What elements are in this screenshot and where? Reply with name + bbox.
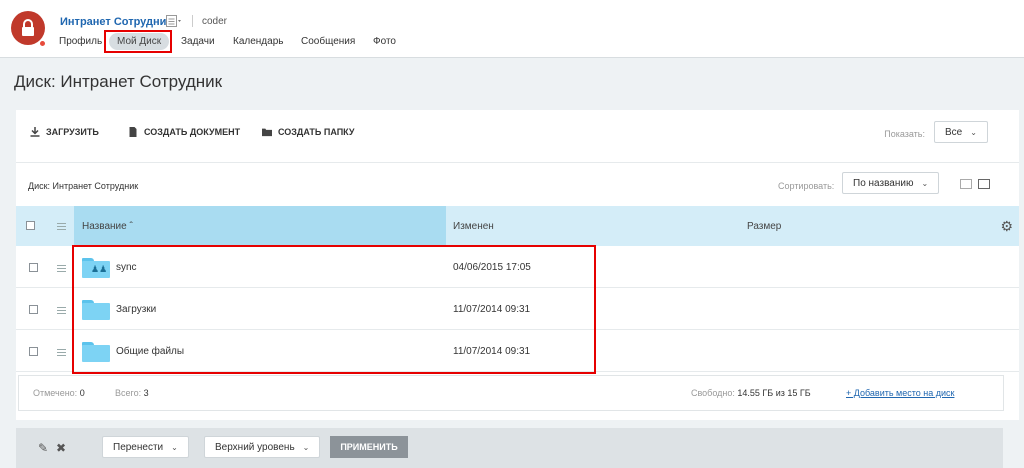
row-checkbox[interactable] (29, 263, 38, 272)
select-all-checkbox[interactable] (26, 221, 35, 230)
level-dropdown[interactable]: Верхний уровень ⌄ (204, 436, 321, 458)
create-document-button[interactable]: СОЗДАТЬ ДОКУМЕНТ (128, 127, 240, 137)
user-name[interactable]: coder (202, 16, 227, 27)
row-menu-icon[interactable] (57, 307, 66, 314)
status-dot (39, 40, 46, 47)
table-header: Название ˆ Изменен Размер ⚙ (16, 206, 1019, 246)
disk-panel: ЗАГРУЗИТЬ СОЗДАТЬ ДОКУМЕНТ СОЗДАТЬ ПАПКУ… (16, 110, 1019, 420)
nav-profile[interactable]: Профиль (59, 36, 102, 47)
file-modified: 04/06/2015 17:05 (453, 262, 531, 273)
chevron-down-icon: ⌄ (171, 442, 178, 452)
sort-dropdown[interactable]: По названию ⌄ (842, 172, 940, 194)
header-separator (192, 15, 193, 27)
bulk-action-bar: ✎ ✖ Перенести ⌄ Верхний уровень ⌄ ПРИМЕН… (16, 428, 1003, 468)
menu-list-icon[interactable] (166, 15, 182, 27)
column-size[interactable]: Размер (747, 221, 781, 232)
create-document-label: СОЗДАТЬ ДОКУМЕНТ (144, 127, 241, 137)
create-folder-label: СОЗДАТЬ ПАПКУ (278, 127, 355, 137)
upload-button[interactable]: ЗАГРУЗИТЬ (30, 127, 99, 137)
sort-label: Сортировать: (778, 181, 835, 191)
nav-photo[interactable]: Фото (373, 36, 396, 47)
file-name[interactable]: Загрузки (116, 304, 156, 315)
document-icon (129, 127, 137, 137)
show-filter-value: Все (945, 126, 963, 138)
gear-icon[interactable]: ⚙ (1000, 218, 1013, 235)
row-checkbox[interactable] (29, 305, 38, 314)
show-filter-label: Показать: (884, 129, 925, 139)
row-menu-icon[interactable] (57, 265, 66, 272)
folder-icon (82, 300, 110, 320)
apply-button[interactable]: ПРИМЕНИТЬ (330, 436, 408, 458)
row-checkbox[interactable] (29, 347, 38, 356)
group-title[interactable]: Интранет Сотрудник (60, 16, 172, 28)
pencil-icon[interactable]: ✎ (38, 441, 48, 455)
close-icon[interactable]: ✖ (56, 441, 66, 455)
level-value: Верхний уровень (215, 441, 295, 453)
breadcrumb[interactable]: Диск: Интранет Сотрудник (28, 181, 138, 191)
file-name[interactable]: sync (116, 262, 137, 273)
table-row[interactable]: Общие файлы 11/07/2014 09:31 (16, 330, 1019, 372)
top-header: Интранет Сотрудник coder Профиль Мой Дис… (0, 0, 1024, 58)
lock-icon (22, 19, 34, 36)
table-row[interactable]: Загрузки 11/07/2014 09:31 (16, 288, 1019, 330)
column-menu-icon[interactable] (57, 223, 66, 230)
folder-icon (262, 128, 272, 137)
nav-messages[interactable]: Сообщения (301, 36, 355, 47)
nav-my-disk[interactable]: Мой Диск (109, 33, 170, 50)
folder-icon (82, 342, 110, 362)
row-menu-icon[interactable] (57, 349, 66, 356)
chevron-down-icon: ⌄ (302, 442, 310, 452)
chevron-down-icon: ⌄ (921, 178, 929, 188)
create-folder-button[interactable]: СОЗДАТЬ ПАПКУ (262, 127, 354, 137)
summary-bar: Отмечено: 0 Всего: 3 Свободно: 14.55 ГБ … (18, 375, 1004, 411)
file-name[interactable]: Общие файлы (116, 346, 184, 357)
nav-tasks[interactable]: Задачи (181, 36, 215, 47)
tile-view-icon[interactable] (960, 179, 972, 189)
show-filter-dropdown[interactable]: Все ⌄ (934, 121, 988, 143)
sort-asc-icon: ˆ (129, 221, 133, 232)
total-count: Всего: 3 (115, 388, 149, 398)
chevron-down-icon: ⌄ (970, 127, 977, 137)
list-view-icon[interactable] (978, 179, 990, 189)
page-title: Диск: Интранет Сотрудник (14, 72, 223, 91)
shared-folder-icon: ♟♟ (82, 258, 110, 278)
download-icon (30, 127, 40, 137)
users-icon: ♟♟ (91, 264, 108, 274)
sort-value: По названию (853, 177, 914, 189)
marked-count: Отмечено: 0 (33, 388, 85, 398)
nav-calendar[interactable]: Календарь (233, 36, 283, 47)
column-name[interactable]: Название ˆ (82, 221, 133, 232)
file-modified: 11/07/2014 09:31 (453, 346, 531, 357)
file-modified: 11/07/2014 09:31 (453, 304, 531, 315)
upload-label: ЗАГРУЗИТЬ (46, 127, 99, 137)
table-row[interactable]: ♟♟ sync 04/06/2015 17:05 (16, 246, 1019, 288)
add-space-link[interactable]: + Добавить место на диск (846, 388, 954, 398)
move-value: Перенести (113, 441, 164, 453)
toolbar-divider (16, 162, 1019, 163)
move-dropdown[interactable]: Перенести ⌄ (102, 436, 189, 458)
free-space: Свободно: 14.55 ГБ из 15 ГБ (691, 388, 811, 398)
column-modified[interactable]: Изменен (453, 221, 494, 232)
